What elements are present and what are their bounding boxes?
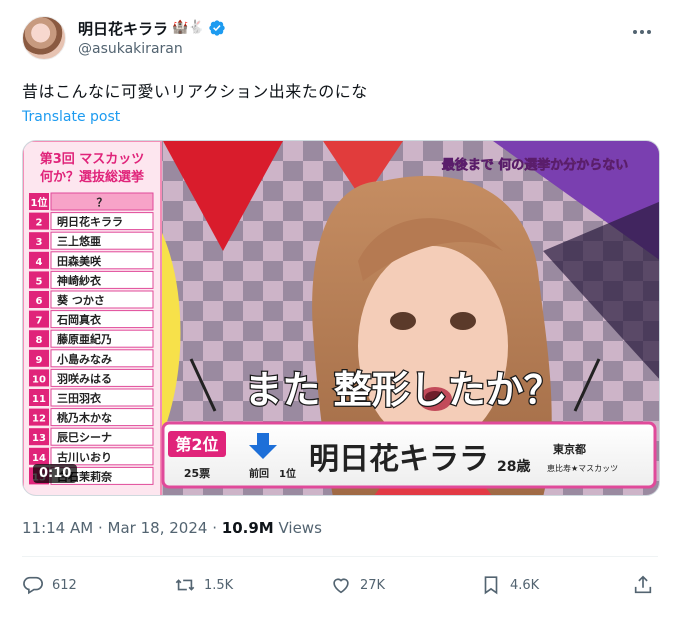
reply-count: 612 xyxy=(52,577,77,593)
nameplate-name: 明日花キララ xyxy=(309,442,489,477)
name-row: 明日花キララ 🏰🐇 xyxy=(78,18,226,38)
meta-separator: · xyxy=(97,519,103,537)
nameplate-prev-label: 前回 xyxy=(249,467,269,480)
ranking-number: 7 xyxy=(36,316,43,327)
share-icon xyxy=(634,575,652,594)
repost-count: 1.5K xyxy=(204,577,234,593)
ranking-number: 3 xyxy=(36,237,43,248)
ranking-name: ？ xyxy=(97,196,108,209)
ranking-number: 1位 xyxy=(31,196,48,209)
ranking-row: 10 羽咲みはる xyxy=(29,368,154,387)
more-options-icon[interactable] xyxy=(630,20,654,44)
ranking-row: 5 神崎紗衣 xyxy=(29,270,154,289)
tweet-meta: 11:14 AM · Mar 18, 2024 · 10.9M Views xyxy=(22,519,322,537)
ranking-row: 12 桃乃木かな xyxy=(29,408,154,427)
ranking-number: 11 xyxy=(32,394,46,405)
ranking-name: 三田羽衣 xyxy=(57,391,102,405)
ranking-title-2: 何か？選抜総選挙 xyxy=(40,169,145,185)
avatar[interactable] xyxy=(22,16,66,60)
ranking-row: 11 三田羽衣 xyxy=(29,388,154,407)
post-time[interactable]: 11:14 AM xyxy=(22,519,93,537)
top-caption: 最後まで 何の選挙か分からない xyxy=(442,157,629,173)
views-count: 10.9M xyxy=(221,519,274,537)
ranking-name: 藤原亜紀乃 xyxy=(57,332,112,346)
ranking-name: 石岡真衣 xyxy=(56,313,102,327)
like-count: 27K xyxy=(360,577,386,593)
share-button[interactable] xyxy=(632,570,654,600)
divider-top xyxy=(22,556,658,557)
ranking-number: 14 xyxy=(32,453,46,464)
ranking-name: 明日花キララ xyxy=(57,215,123,229)
reply-icon xyxy=(23,576,43,595)
nameplate-prev-rank: 1位 xyxy=(279,467,296,480)
ranking-number: 10 xyxy=(32,374,46,385)
nameplate-group: 恵比寿★マスカッツ xyxy=(547,463,618,473)
ranking-row: 6 葵 つかさ xyxy=(29,290,154,309)
ranking-title-1: 第3回 マスカッツ xyxy=(40,151,145,167)
ranking-number: 9 xyxy=(36,355,43,366)
repost-icon xyxy=(175,579,195,591)
ranking-number: 4 xyxy=(36,257,43,268)
ranking-number: 5 xyxy=(36,276,43,287)
repost-button[interactable]: 1.5K xyxy=(174,570,233,600)
display-name[interactable]: 明日花キララ xyxy=(78,18,168,39)
video-frame: 第3回 マスカッツ 何か？選抜総選挙 1位 ？ 2 明日花キララ 3 三上悠亜 4 田森美咲 5… xyxy=(23,141,659,495)
ranking-number: 12 xyxy=(32,414,46,425)
tweet-header: 明日花キララ 🏰🐇 @asukakiraran xyxy=(22,10,658,66)
like-button[interactable]: 27K xyxy=(330,570,385,600)
post-date[interactable]: Mar 18, 2024 xyxy=(108,519,208,537)
ranking-name: 三上悠亜 xyxy=(57,234,101,248)
name-emoji: 🏰🐇 xyxy=(172,20,205,35)
ranking-name: 辰巳シーナ xyxy=(57,431,112,444)
ranking-row: 1位 ？ xyxy=(29,192,154,211)
ranking-row: 2 明日花キララ xyxy=(29,212,154,231)
ranking-name: 神崎紗衣 xyxy=(57,273,102,287)
nameplate-age: 28歳 xyxy=(497,458,530,475)
nameplate-location: 東京都 xyxy=(553,442,586,456)
ranking-row: 7 石岡真衣 xyxy=(29,310,154,329)
ranking-name: 葵 つかさ xyxy=(56,293,105,307)
reply-button[interactable]: 612 xyxy=(22,570,77,600)
bookmark-count: 4.6K xyxy=(510,577,540,593)
ranking-name: 桃乃木かな xyxy=(57,411,112,425)
ranking-row: 13 辰巳シーナ xyxy=(29,427,154,446)
ranking-number: 2 xyxy=(36,218,43,229)
meta-separator-2: · xyxy=(212,519,217,537)
nameplate-rank: 第2位 xyxy=(175,435,218,454)
ranking-name: 古川いおり xyxy=(57,450,112,464)
heart-icon xyxy=(333,578,349,594)
ranking-number: 8 xyxy=(36,335,43,346)
user-handle[interactable]: @asukakiraran xyxy=(78,41,183,57)
main-caption: また 整形したか？ xyxy=(244,368,561,412)
ranking-row: 4 田森美咲 xyxy=(29,251,154,270)
ranking-name: 羽咲みはる xyxy=(57,371,112,385)
ranking-row: 9 小島みなみ xyxy=(29,349,154,368)
bookmark-icon xyxy=(484,576,498,595)
video-player[interactable]: 第3回 マスカッツ 何か？選抜総選挙 1位 ？ 2 明日花キララ 3 三上悠亜 4 田森美咲 5… xyxy=(22,140,660,496)
ranking-row: 8 藤原亜紀乃 xyxy=(29,329,154,348)
ranking-row: 3 三上悠亜 xyxy=(29,231,154,250)
ranking-row: 14 古川いおり xyxy=(29,447,154,466)
views-label: Views xyxy=(278,519,322,537)
ranking-number: 6 xyxy=(36,296,43,307)
verified-badge-icon[interactable] xyxy=(208,19,226,37)
ranking-name: 田森美咲 xyxy=(57,254,102,268)
bookmark-button[interactable]: 4.6K xyxy=(480,570,539,600)
translate-post-link[interactable]: Translate post xyxy=(22,109,120,125)
ranking-name: 小島みなみ xyxy=(56,352,112,366)
video-duration: 0:10 xyxy=(33,464,78,483)
nameplate-votes: 25票 xyxy=(184,467,210,480)
nameplate: 第2位 25票 前回 1位 明日花キララ 28歳 東京都 恵比寿★マスカッツ xyxy=(161,421,657,489)
tweet-text: 昔はこんなに可愛いリアクション出来たのにな xyxy=(22,82,368,101)
ranking-number: 13 xyxy=(32,433,46,444)
action-bar: 612 1.5K 27K 4.6K xyxy=(22,570,662,600)
ranking-list: 1位 ？ 2 明日花キララ 3 三上悠亜 4 田森美咲 5 神崎紗衣 6 葵 つかさ 7 石岡真衣 8 藤原亜… xyxy=(29,192,154,485)
